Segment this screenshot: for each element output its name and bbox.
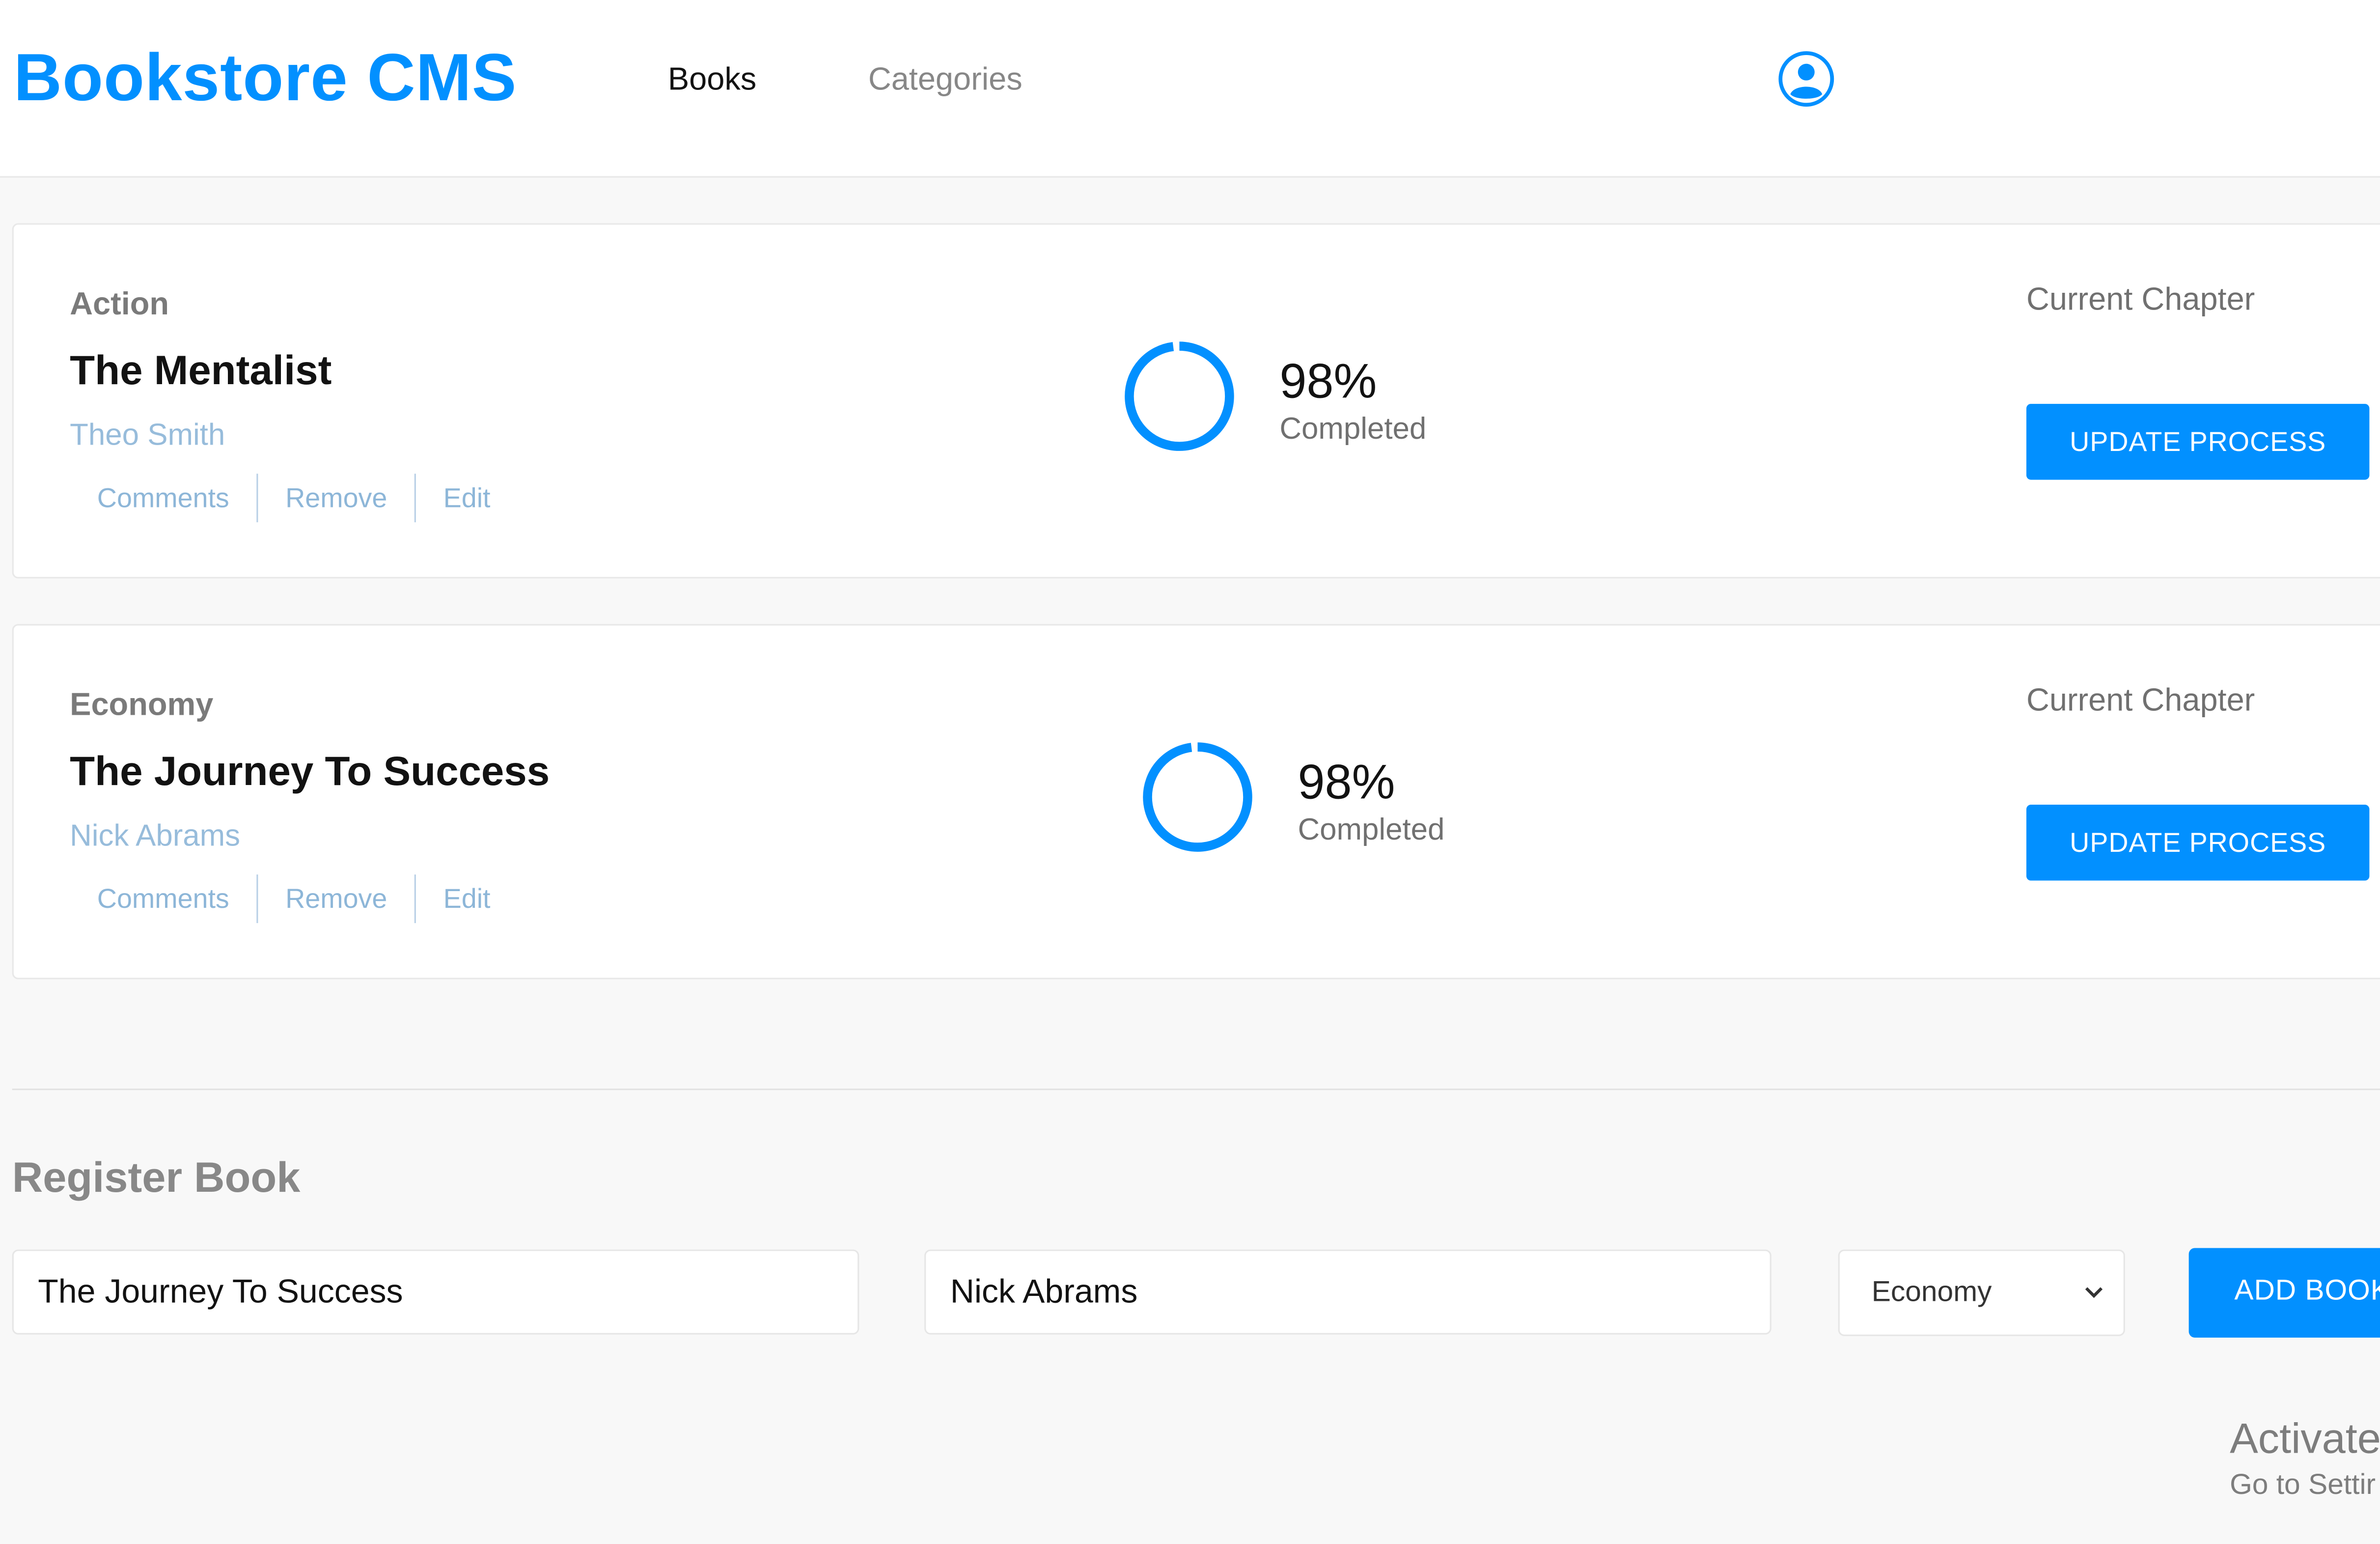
progress-percent: 98% <box>1298 755 1395 810</box>
book-author[interactable]: Theo Smith <box>70 419 225 454</box>
book-card: Economy The Journey To Success Nick Abra… <box>12 624 2380 980</box>
book-actions: Comments Remove Edit <box>70 474 518 523</box>
current-chapter-label: Current Chapter <box>2026 282 2255 317</box>
category-select-value: Economy <box>1871 1277 1992 1309</box>
book-title: The Mentalist <box>70 347 332 393</box>
watermark-line-1: Activate <box>2230 1415 2380 1462</box>
nav-categories-link[interactable]: Categories <box>868 62 1023 99</box>
book-card: Action The Mentalist Theo Smith Comments… <box>12 223 2380 579</box>
update-progress-button[interactable]: UPDATE PROCESS <box>2026 805 2370 881</box>
progress-completed-label: Completed <box>1279 413 1427 447</box>
watermark-line-2: Go to Settir <box>2230 1469 2376 1502</box>
edit-button[interactable]: Edit <box>416 482 518 514</box>
add-book-button[interactable]: ADD BOOK <box>2188 1248 2380 1338</box>
windows-activation-watermark: Activate Go to Settir <box>2230 1415 2380 1503</box>
book-author[interactable]: Nick Abrams <box>70 820 240 855</box>
progress-percent: 98% <box>1279 354 1377 409</box>
logo: Bookstore CMS <box>13 41 517 115</box>
remove-button[interactable]: Remove <box>258 883 414 915</box>
register-book-title: Register Book <box>12 1153 301 1201</box>
book-title-input[interactable]: The Journey To Success <box>12 1249 859 1335</box>
book-category: Economy <box>70 688 214 723</box>
header: Bookstore CMS Books Categories <box>0 0 2380 178</box>
section-divider <box>12 1088 2380 1091</box>
progress-ring <box>1125 341 1234 451</box>
book-title: The Journey To Success <box>70 748 550 794</box>
comments-button[interactable]: Comments <box>70 883 256 915</box>
progress-arc <box>1125 341 1234 451</box>
edit-button[interactable]: Edit <box>416 883 518 915</box>
current-chapter-label: Current Chapter <box>2026 683 2255 718</box>
progress-arc <box>1143 742 1252 852</box>
user-circle-icon[interactable] <box>1776 49 1837 110</box>
book-actions: Comments Remove Edit <box>70 874 518 924</box>
update-progress-button[interactable]: UPDATE PROCESS <box>2026 404 2370 480</box>
chevron-down-icon <box>2085 1287 2103 1298</box>
remove-button[interactable]: Remove <box>258 482 414 514</box>
book-category: Action <box>70 287 169 322</box>
app-root: Bookstore CMS Books Categories Action Th… <box>0 0 2380 1544</box>
comments-button[interactable]: Comments <box>70 482 256 514</box>
progress-ring <box>1143 742 1252 852</box>
category-select[interactable]: Economy <box>1838 1249 2125 1336</box>
book-author-input[interactable]: Nick Abrams <box>924 1249 1771 1335</box>
progress-completed-label: Completed <box>1298 814 1445 847</box>
nav-books-link[interactable]: Books <box>668 62 756 99</box>
